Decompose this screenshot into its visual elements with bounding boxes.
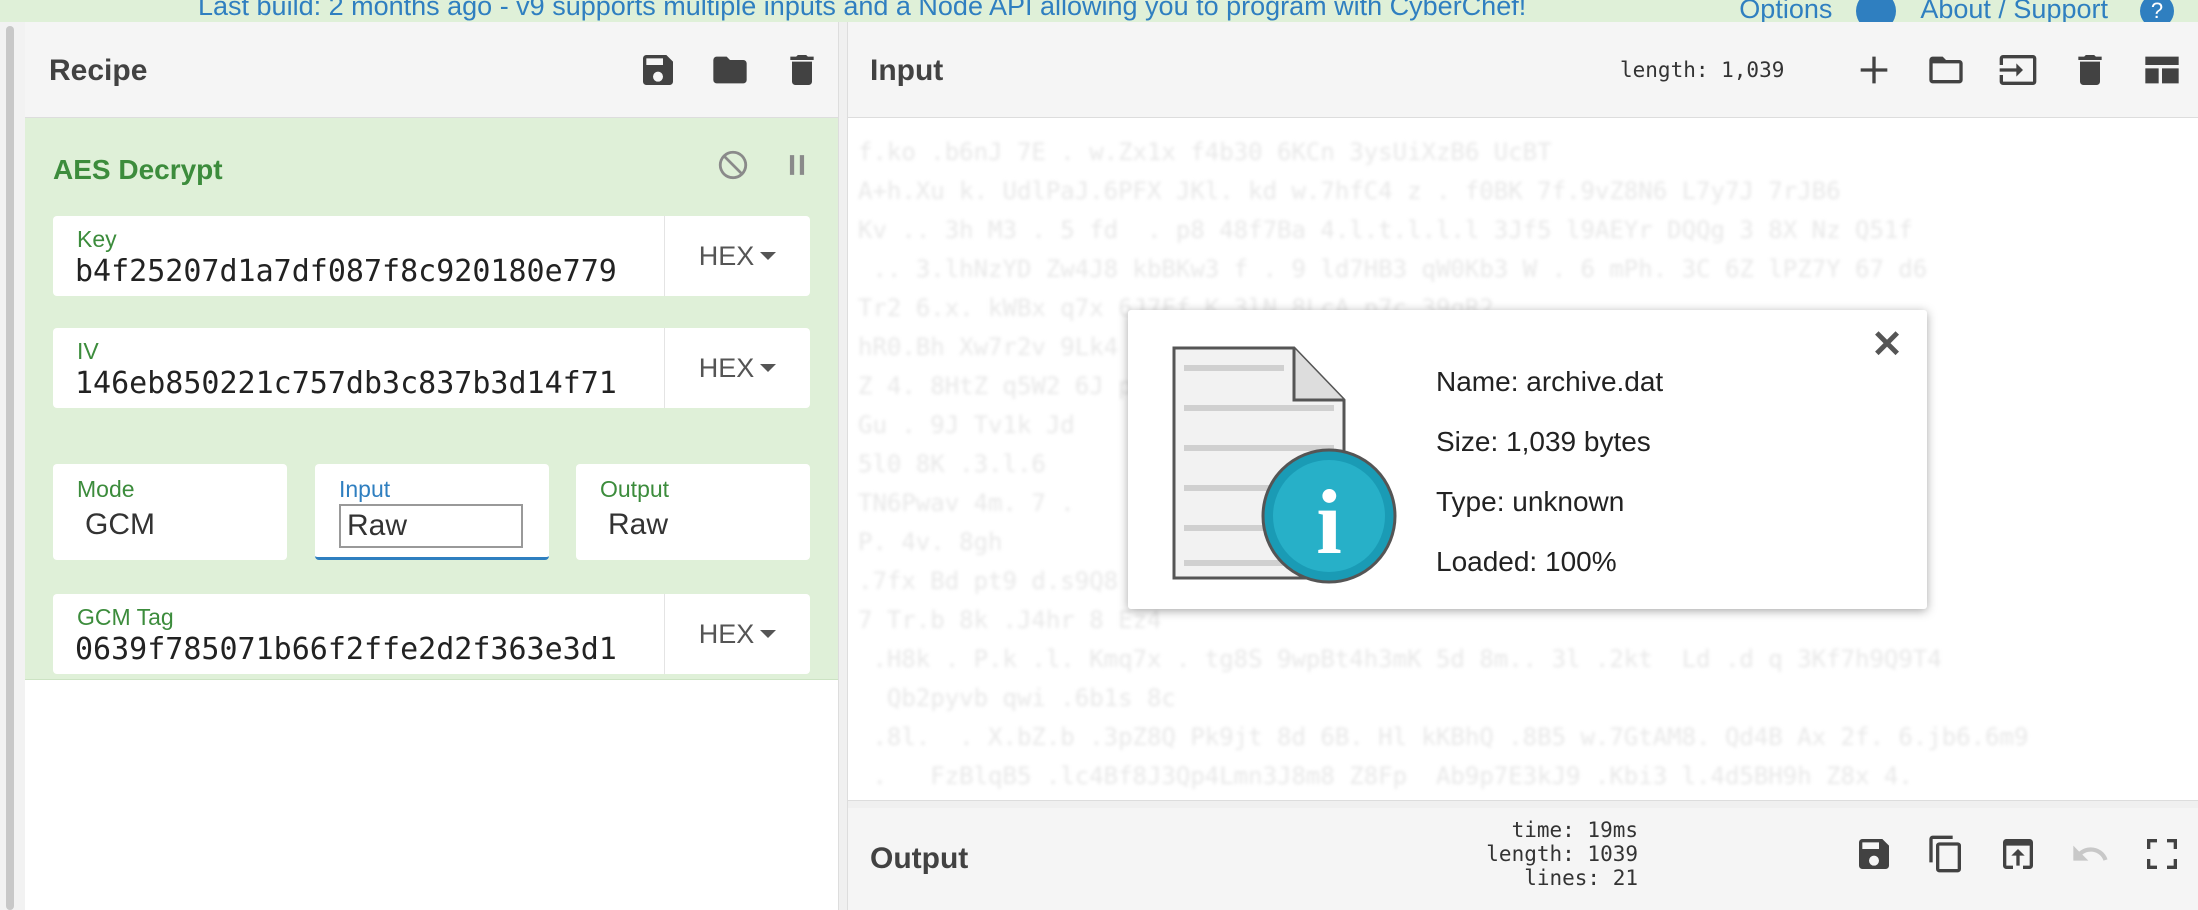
- fullscreen-icon: [2147, 839, 2177, 869]
- open-file-button[interactable]: [1982, 46, 2054, 94]
- clear-recipe-button[interactable]: [766, 46, 838, 94]
- file-meta: Name: archive.dat Size: 1,039 bytes Type…: [1436, 352, 1663, 592]
- recipe-header: Recipe: [25, 22, 838, 118]
- output-toolbar: [1838, 830, 2198, 878]
- input-header: Input length: 1,039: [848, 22, 2198, 118]
- undo-button[interactable]: [2054, 830, 2126, 878]
- gcm-tag-format-dropdown[interactable]: HEX: [664, 594, 810, 674]
- top-banner: Last build: 2 months ago - v9 supports m…: [0, 0, 2198, 22]
- iv-input[interactable]: 146eb850221c757db3c837b3d14f71: [75, 366, 671, 401]
- vertical-resizer[interactable]: [838, 22, 848, 910]
- recipe-title: Recipe: [49, 54, 148, 87]
- file-type: Type: unknown: [1436, 486, 1625, 517]
- output-type-label: Output: [600, 476, 670, 502]
- output-type-value: Raw: [608, 508, 669, 541]
- banner-message[interactable]: Last build: 2 months ago - v9 supports m…: [198, 0, 1526, 22]
- recipe-panel: Recipe AES Decrypt Key b4f25207d1a7df087…: [25, 22, 838, 910]
- trash-icon: [2078, 55, 2102, 85]
- pause-icon[interactable]: [780, 148, 814, 182]
- replace-input-button[interactable]: [1982, 830, 2054, 878]
- input-type-value[interactable]: Raw: [339, 504, 523, 548]
- about-link[interactable]: About / Support: [1920, 0, 2108, 22]
- input-type-label: Input: [339, 476, 391, 502]
- operations-scrollbar[interactable]: [0, 22, 25, 910]
- chevron-down-icon: [760, 364, 777, 372]
- operation-title: AES Decrypt: [53, 154, 223, 185]
- recipe-toolbar: [622, 46, 838, 94]
- mode-label: Mode: [77, 476, 135, 502]
- help-icon[interactable]: ?: [2140, 0, 2174, 22]
- folder-icon: [713, 56, 747, 84]
- input-toolbar: [1838, 46, 2198, 94]
- scrollbar-thumb[interactable]: [6, 26, 14, 910]
- file-name: Name: archive.dat: [1436, 366, 1664, 397]
- gear-icon[interactable]: [1856, 0, 1897, 22]
- output-time: time: 19ms: [1511, 818, 1638, 842]
- load-recipe-button[interactable]: [694, 46, 766, 94]
- open-folder-button[interactable]: [1910, 46, 1982, 94]
- save-icon: [643, 55, 673, 85]
- trash-icon: [790, 55, 814, 85]
- info-glyph: i: [1316, 471, 1342, 573]
- iv-format-dropdown[interactable]: HEX: [664, 328, 810, 408]
- iv-field: IV 146eb850221c757db3c837b3d14f71 HEX: [53, 328, 810, 408]
- output-length: length: 1039: [1486, 842, 1638, 866]
- gcm-tag-field: GCM Tag 0639f785071b66f2ffe2d2f363e3d1 H…: [53, 594, 810, 674]
- iv-label: IV: [77, 338, 99, 364]
- copy-icon: [1929, 835, 1961, 873]
- fullscreen-button[interactable]: [2126, 830, 2198, 878]
- output-panel: Output time: 19ms length: 1039 lines: 21: [848, 808, 2198, 910]
- copy-output-button[interactable]: [1910, 830, 1982, 878]
- disable-icon[interactable]: [716, 148, 750, 182]
- horizontal-resizer[interactable]: [848, 800, 2198, 808]
- gcm-tag-input[interactable]: 0639f785071b66f2ffe2d2f363e3d1: [75, 632, 671, 667]
- operation-controls: [716, 148, 814, 182]
- chevron-down-icon: [760, 630, 777, 638]
- add-input-button[interactable]: [1838, 46, 1910, 94]
- layout-icon: [2145, 56, 2179, 84]
- chevron-down-icon: [760, 252, 777, 260]
- output-stats: time: 19ms length: 1039 lines: 21: [1388, 818, 1638, 890]
- output-lines: lines: 21: [1524, 866, 1638, 890]
- load-icon: [1999, 55, 2037, 85]
- gcm-tag-label: GCM Tag: [77, 604, 174, 630]
- clear-input-button[interactable]: [2054, 46, 2126, 94]
- open-in-input-icon: [2003, 839, 2033, 869]
- save-output-button[interactable]: [1838, 830, 1910, 878]
- save-icon: [1859, 839, 1889, 869]
- undo-icon: [2073, 845, 2108, 861]
- save-recipe-button[interactable]: [622, 46, 694, 94]
- aes-decrypt-operation[interactable]: AES Decrypt Key b4f25207d1a7df087f8c9201…: [25, 118, 838, 680]
- options-link[interactable]: Options: [1739, 0, 1832, 22]
- reset-layout-button[interactable]: [2126, 46, 2198, 94]
- close-popup-button[interactable]: ✕: [1871, 322, 1903, 367]
- mode-value: GCM: [85, 508, 155, 541]
- mode-select[interactable]: Mode GCM: [53, 464, 287, 560]
- add-icon: [1860, 56, 1888, 84]
- file-details-popup: i ✕ Name: archive.dat Size: 1,039 bytes …: [1128, 310, 1927, 609]
- input-length: length: 1,039: [1620, 58, 1785, 82]
- folder-icon: [1929, 56, 1963, 84]
- key-label: Key: [77, 226, 117, 252]
- output-title: Output: [870, 842, 969, 875]
- file-size: Size: 1,039 bytes: [1436, 426, 1651, 457]
- output-type-select[interactable]: Output Raw: [576, 464, 810, 560]
- input-type-select[interactable]: Input Raw: [315, 464, 549, 560]
- input-title: Input: [870, 54, 944, 87]
- file-info-icon: i: [1172, 346, 1397, 584]
- key-input[interactable]: b4f25207d1a7df087f8c920180e779: [75, 254, 671, 289]
- key-format-dropdown[interactable]: HEX: [664, 216, 810, 296]
- key-field: Key b4f25207d1a7df087f8c920180e779 HEX: [53, 216, 810, 296]
- banner-links: Options About / Support?: [1739, 0, 2198, 22]
- file-loaded: Loaded: 100%: [1436, 546, 1617, 577]
